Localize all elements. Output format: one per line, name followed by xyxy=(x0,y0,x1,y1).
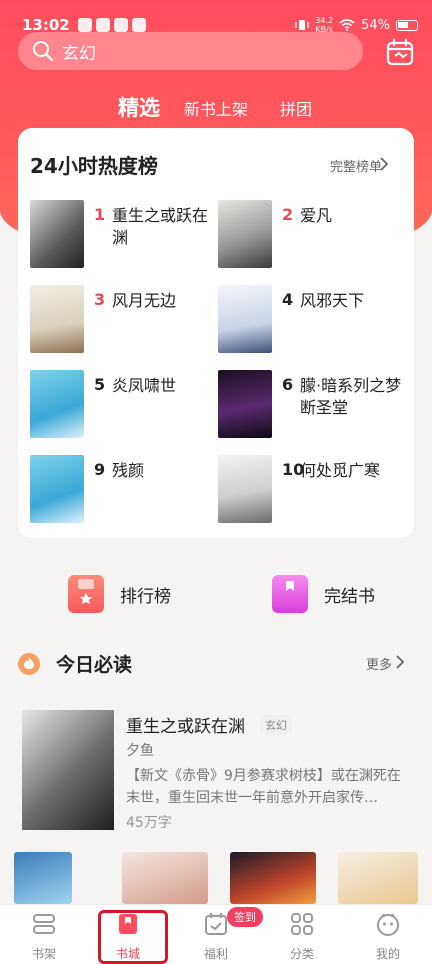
fire-icon xyxy=(18,652,40,675)
nav-bookshelf[interactable]: 书架 xyxy=(14,911,74,962)
nav-label: 分类 xyxy=(289,947,314,961)
grid-icon xyxy=(291,913,313,935)
book-title: 风月无边 xyxy=(112,291,177,310)
book-cover-image xyxy=(30,370,84,438)
featured-book-word-count: 45万字 xyxy=(126,815,172,831)
nav-selection-highlight xyxy=(98,910,168,964)
book-cover-image xyxy=(218,370,272,438)
ranking-icon xyxy=(68,575,104,613)
tab-new-books[interactable]: 新书上架 xyxy=(184,96,248,120)
nav-label: 我的 xyxy=(375,947,400,961)
book-cover-image xyxy=(30,200,84,268)
book-cover-image xyxy=(218,285,272,353)
rank-number: 3 xyxy=(94,290,106,309)
bottom-navigation: 书架 书城 福利 分类 我的 xyxy=(0,904,432,964)
hot-list-item[interactable]: 5 炎凤啸世 xyxy=(30,370,220,440)
hot-list-card: 24小时热度榜 完整榜单 1 重生之或跃在渊 2 爱凡 3 风月无边 4 风邪天… xyxy=(18,128,414,538)
featured-book-description: 【新文《赤骨》9月参赛求树枝】或在渊死在末世，重生回末世一年前意外开启家传… xyxy=(126,768,401,806)
ranking-label: 排行榜 xyxy=(120,586,171,607)
app-notification-icon xyxy=(77,18,92,32)
search-placeholder: 玄幻 xyxy=(62,43,96,64)
hot-list-item[interactable]: 3 风月无边 xyxy=(30,285,220,355)
ranking-shortcut[interactable]: 排行榜 xyxy=(68,572,171,616)
rank-number: 5 xyxy=(94,375,106,394)
play-notification-icon xyxy=(95,18,110,32)
book-cover-image xyxy=(30,455,84,523)
calendar-check-icon xyxy=(205,913,227,935)
nav-categories[interactable]: 分类 xyxy=(272,911,332,962)
book-title: 炎凤啸世 xyxy=(112,376,177,395)
book-cover-image[interactable] xyxy=(122,852,208,904)
book-title: 爱凡 xyxy=(300,206,333,225)
tab-featured[interactable]: 精选 xyxy=(118,92,160,122)
mail-notification-icon xyxy=(113,18,128,32)
top-tabs: 精选 新书上架 拼团 xyxy=(0,90,432,122)
featured-book-author: 夕鱼 xyxy=(126,743,154,759)
profile-icon xyxy=(377,913,399,936)
book-title: 残颜 xyxy=(112,461,145,480)
search-bar[interactable]: 玄幻 xyxy=(18,32,363,70)
speed-value: 34.2 xyxy=(315,16,334,25)
completed-books-label: 完结书 xyxy=(324,586,375,607)
completed-books-shortcut[interactable]: 完结书 xyxy=(272,572,375,616)
battery-icon xyxy=(396,19,418,31)
featured-book[interactable]: 重生之或跃在渊 玄幻 夕鱼 【新文《赤骨》9月参赛求树枝】或在渊死在末世，重生回… xyxy=(22,710,414,835)
featured-book-title: 重生之或跃在渊 xyxy=(126,717,245,737)
book-icon xyxy=(272,575,308,613)
hot-list-item[interactable]: 10 何处觅广寒 xyxy=(218,455,408,525)
book-title: 何处觅广寒 xyxy=(300,461,381,480)
message-notification-icon xyxy=(131,18,146,32)
book-cover-image[interactable] xyxy=(230,852,316,904)
hot-list-item[interactable]: 6 朦·暗系列之梦断圣堂 xyxy=(218,370,408,440)
tab-group-buy[interactable]: 拼团 xyxy=(280,96,312,120)
nav-label: 书架 xyxy=(31,947,56,961)
hot-list-item[interactable]: 4 风邪天下 xyxy=(218,285,408,355)
rank-number: 1 xyxy=(94,205,106,224)
rank-number: 4 xyxy=(282,290,294,309)
today-section-title: 今日必读 xyxy=(56,654,133,676)
genre-tag: 玄幻 xyxy=(260,715,292,735)
calendar-icon[interactable] xyxy=(386,38,414,66)
rank-number: 6 xyxy=(282,375,294,394)
book-cover-image xyxy=(218,455,272,523)
checkin-badge: 签到 xyxy=(227,907,263,927)
hot-list-more-link[interactable]: 完整榜单 xyxy=(330,156,382,175)
chevron-right-icon xyxy=(380,157,389,171)
featured-book-cover xyxy=(22,710,114,830)
notification-icons xyxy=(77,18,146,32)
book-cover-image[interactable] xyxy=(338,852,418,904)
rank-number: 2 xyxy=(282,205,294,224)
book-cover-image[interactable] xyxy=(14,852,72,904)
today-more-link[interactable]: 更多 xyxy=(366,654,392,673)
hot-list-item[interactable]: 2 爱凡 xyxy=(218,200,408,270)
bookshelf-icon xyxy=(33,914,55,934)
nav-label: 福利 xyxy=(203,947,228,961)
search-icon xyxy=(33,41,54,62)
book-title: 朦·暗系列之梦断圣堂 xyxy=(300,376,402,417)
book-cover-image xyxy=(30,285,84,353)
today-section-header: 今日必读 xyxy=(18,650,132,677)
battery-percent: 54% xyxy=(361,17,390,33)
book-title: 风邪天下 xyxy=(300,291,365,310)
hot-list-item[interactable]: 1 重生之或跃在渊 xyxy=(30,200,220,270)
vibrate-icon xyxy=(295,20,309,30)
nav-profile[interactable]: 我的 xyxy=(358,911,418,962)
rank-number: 9 xyxy=(94,460,106,479)
book-cover-image xyxy=(218,200,272,268)
book-title: 重生之或跃在渊 xyxy=(112,206,209,247)
wifi-icon xyxy=(339,19,355,31)
hot-list-title: 24小时热度榜 xyxy=(30,154,158,178)
hot-list-item[interactable]: 9 残颜 xyxy=(30,455,220,525)
chevron-right-icon xyxy=(396,655,405,669)
